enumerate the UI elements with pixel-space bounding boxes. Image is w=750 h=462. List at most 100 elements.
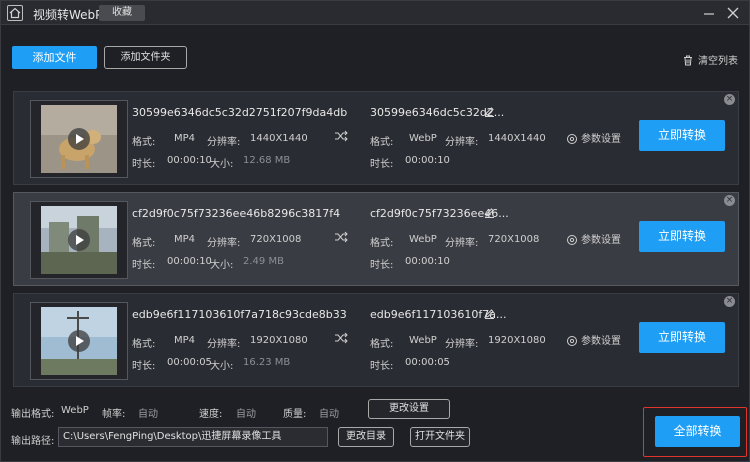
- gear-icon: [567, 336, 577, 346]
- file-row[interactable]: edb9e6f117103610f7a718c93cde8b33 edb9e6f…: [13, 293, 739, 387]
- source-resolution: 1440X1440: [250, 133, 308, 144]
- video-thumbnail[interactable]: [30, 100, 128, 178]
- speed-label: 速度:: [199, 409, 223, 420]
- output-resolution: 1920X1080: [488, 335, 546, 346]
- output-resolution: 720X1008: [488, 234, 540, 245]
- convert-now-button[interactable]: 立即转换: [639, 221, 725, 252]
- edit-name-icon[interactable]: [484, 308, 495, 322]
- output-format: WebP: [409, 234, 437, 245]
- output-duration-label: 时长:: [370, 361, 394, 372]
- framerate-label: 帧率:: [102, 409, 126, 420]
- output-duration-label: 时长:: [370, 260, 394, 271]
- output-duration: 00:00:05: [405, 357, 450, 368]
- output-path-field[interactable]: C:\Users\FengPing\Desktop\迅捷屏幕录像工具: [58, 427, 328, 447]
- source-duration-label: 时长:: [132, 361, 156, 372]
- add-folder-button[interactable]: 添加文件夹: [104, 46, 187, 69]
- output-format: WebP: [409, 133, 437, 144]
- source-duration: 00:00:10: [167, 256, 212, 267]
- convert-all-button[interactable]: 全部转换: [655, 416, 740, 447]
- parameter-settings-label: 参数设置: [581, 235, 621, 246]
- source-filename: 30599e6346dc5c32d2751f207f9da4db: [132, 106, 348, 119]
- output-format-value: WebP: [61, 405, 89, 416]
- output-duration: 00:00:10: [405, 256, 450, 267]
- output-resolution-label: 分辨率:: [445, 238, 479, 249]
- source-format: MP4: [174, 234, 196, 245]
- trash-icon: [683, 55, 693, 69]
- change-directory-button[interactable]: 更改目录: [338, 427, 394, 447]
- edit-name-icon[interactable]: [484, 207, 495, 221]
- play-icon[interactable]: [68, 128, 90, 150]
- output-duration: 00:00:10: [405, 155, 450, 166]
- open-folder-button[interactable]: 打开文件夹: [410, 427, 470, 447]
- quality-label: 质量:: [283, 409, 307, 420]
- source-format: MP4: [174, 133, 196, 144]
- convert-now-button[interactable]: 立即转换: [639, 120, 725, 151]
- remove-row-icon[interactable]: ×: [724, 94, 735, 105]
- output-format-label: 格式:: [370, 238, 394, 249]
- clear-list-button[interactable]: 清空列表: [683, 52, 738, 69]
- source-size-label: 大小:: [210, 260, 234, 271]
- source-format-label: 格式:: [132, 339, 156, 350]
- source-format-label: 格式:: [132, 137, 156, 148]
- source-filename: edb9e6f117103610f7a718c93cde8b33: [132, 308, 347, 321]
- parameter-settings-label: 参数设置: [581, 336, 621, 347]
- source-resolution-label: 分辨率:: [207, 137, 241, 148]
- framerate-value: 自动: [138, 409, 158, 420]
- source-size: 12.68 MB: [243, 155, 291, 166]
- app-title: 视频转WebP: [33, 8, 103, 22]
- output-format: WebP: [409, 335, 437, 346]
- output-format-label: 格式:: [370, 137, 394, 148]
- output-format-label: 输出格式:: [11, 409, 55, 420]
- parameter-settings-button[interactable]: 参数设置: [566, 231, 621, 246]
- convert-arrow-icon: [334, 231, 348, 246]
- parameter-settings-label: 参数设置: [581, 134, 621, 145]
- video-thumbnail[interactable]: [30, 201, 128, 279]
- output-resolution-label: 分辨率:: [445, 137, 479, 148]
- source-duration: 00:00:05: [167, 357, 212, 368]
- parameter-settings-button[interactable]: 参数设置: [566, 332, 621, 347]
- quality-value: 自动: [319, 409, 339, 420]
- gear-icon: [567, 134, 577, 144]
- output-path-label: 输出路径:: [11, 436, 55, 447]
- parameter-settings-button[interactable]: 参数设置: [566, 130, 621, 145]
- source-size-label: 大小:: [210, 159, 234, 170]
- edit-name-icon[interactable]: [484, 106, 495, 120]
- convert-arrow-icon: [334, 130, 348, 145]
- source-resolution: 720X1008: [250, 234, 302, 245]
- home-icon[interactable]: [7, 5, 23, 21]
- remove-row-icon[interactable]: ×: [724, 195, 735, 206]
- app-window: 视频转WebP 收藏 添加文件 添加文件夹 清空列表 30599e6346dc5…: [0, 0, 750, 462]
- clear-list-label: 清空列表: [698, 56, 738, 67]
- convert-now-button[interactable]: 立即转换: [639, 322, 725, 353]
- favorite-button[interactable]: 收藏: [99, 5, 145, 21]
- source-resolution-label: 分辨率:: [207, 238, 241, 249]
- remove-row-icon[interactable]: ×: [724, 296, 735, 307]
- output-resolution: 1440X1440: [488, 133, 546, 144]
- video-thumbnail[interactable]: [30, 302, 128, 380]
- play-icon[interactable]: [68, 229, 90, 251]
- output-format-label: 格式:: [370, 339, 394, 350]
- source-duration-label: 时长:: [132, 260, 156, 271]
- source-format-label: 格式:: [132, 238, 156, 249]
- close-icon[interactable]: [725, 5, 741, 21]
- source-duration-label: 时长:: [132, 159, 156, 170]
- source-format: MP4: [174, 335, 196, 346]
- gear-icon: [567, 235, 577, 245]
- minimize-icon[interactable]: [701, 5, 717, 21]
- source-size-label: 大小:: [210, 361, 234, 372]
- source-duration: 00:00:10: [167, 155, 212, 166]
- convert-arrow-icon: [334, 332, 348, 347]
- speed-value: 自动: [236, 409, 256, 420]
- output-duration-label: 时长:: [370, 159, 394, 170]
- add-file-button[interactable]: 添加文件: [12, 46, 97, 69]
- source-size: 16.23 MB: [243, 357, 291, 368]
- source-resolution-label: 分辨率:: [207, 339, 241, 350]
- file-row[interactable]: 30599e6346dc5c32d2751f207f9da4db 30599e6…: [13, 91, 739, 185]
- source-filename: cf2d9f0c75f73236ee46b8296c3817f4: [132, 207, 341, 220]
- source-size: 2.49 MB: [243, 256, 284, 267]
- change-settings-button[interactable]: 更改设置: [368, 399, 450, 419]
- title-bar: 视频转WebP 收藏: [1, 1, 749, 25]
- play-icon[interactable]: [68, 330, 90, 352]
- file-row[interactable]: cf2d9f0c75f73236ee46b8296c3817f4 cf2d9f0…: [13, 192, 739, 286]
- source-resolution: 1920X1080: [250, 335, 308, 346]
